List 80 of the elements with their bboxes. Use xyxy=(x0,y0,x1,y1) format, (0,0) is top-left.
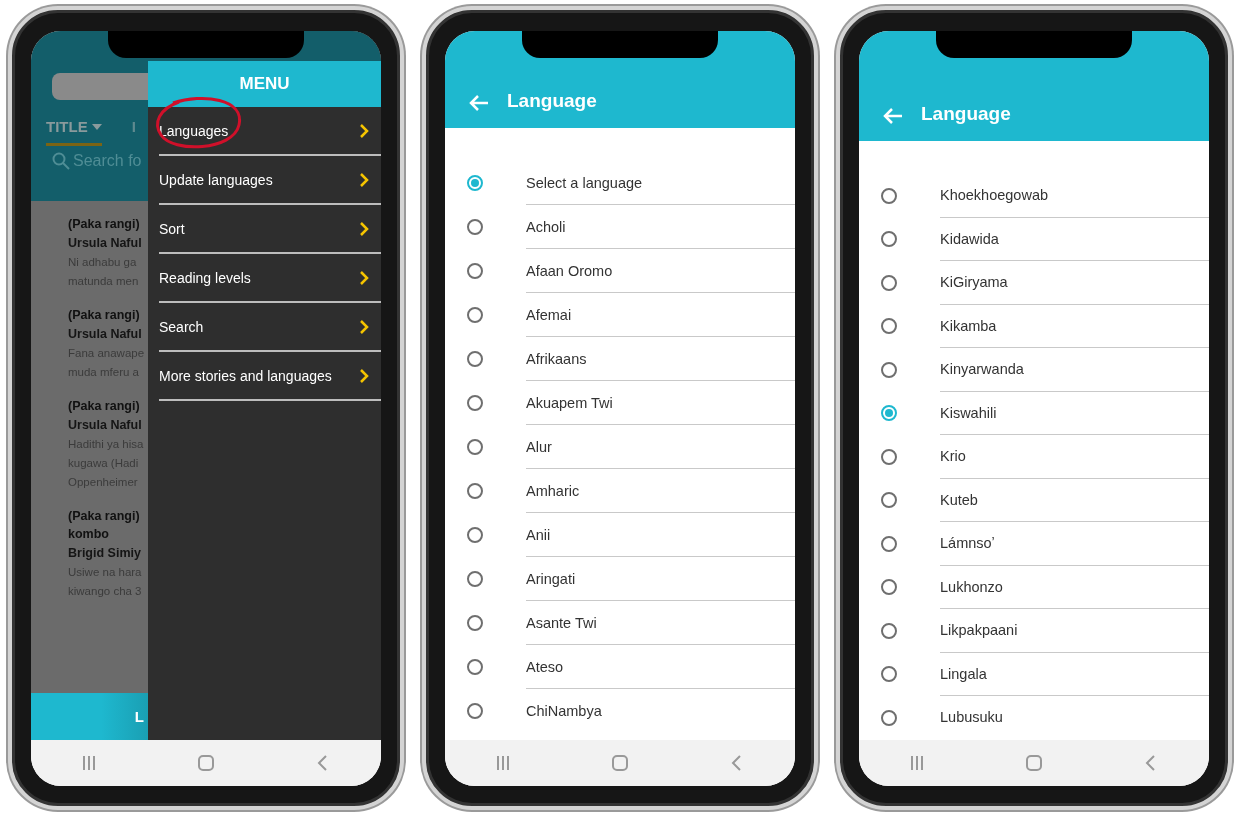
language-option[interactable]: Asante Twi xyxy=(526,601,795,645)
menu-item[interactable]: Sort xyxy=(159,205,381,254)
language-option[interactable]: Kiswahili xyxy=(940,391,1209,435)
radio-button[interactable] xyxy=(881,492,897,509)
story-author: Ursula Naful xyxy=(68,327,143,341)
language-option[interactable]: Kuteb xyxy=(940,478,1209,522)
radio-button[interactable] xyxy=(467,703,483,719)
language-option[interactable]: Krio xyxy=(940,435,1209,479)
radio-button[interactable] xyxy=(467,219,483,235)
menu-item[interactable]: More stories and languages xyxy=(159,352,381,401)
radio-button[interactable] xyxy=(881,579,897,596)
language-option[interactable]: Amharic xyxy=(526,469,795,513)
language-option[interactable]: Kinyarwanda xyxy=(940,348,1209,392)
language-option[interactable]: Lubusuku xyxy=(940,696,1209,740)
home-icon[interactable] xyxy=(611,754,629,772)
search-icon xyxy=(52,152,70,170)
menu-item[interactable]: Update languages xyxy=(159,156,381,205)
language-option[interactable]: Kikamba xyxy=(940,304,1209,348)
language-option[interactable]: Alur xyxy=(526,425,795,469)
screen-title: Language xyxy=(921,103,1011,125)
chevron-icon xyxy=(359,270,369,285)
radio-button[interactable] xyxy=(881,405,897,422)
chevron-icon xyxy=(359,172,369,187)
language-option[interactable]: Lingala xyxy=(940,652,1209,696)
radio-button[interactable] xyxy=(881,274,897,291)
radio-button[interactable] xyxy=(881,361,897,378)
radio-button[interactable] xyxy=(881,666,897,683)
menu-item[interactable]: Languages xyxy=(159,107,381,156)
radio-button[interactable] xyxy=(467,175,483,191)
radio-button[interactable] xyxy=(881,187,897,204)
radio-button[interactable] xyxy=(467,351,483,367)
story-title[interactable]: (Paka rangi) xyxy=(68,215,148,233)
story-title[interactable]: (Paka rangi) xyxy=(68,397,148,415)
screen-title: Language xyxy=(507,90,597,112)
story-author: Brigid Simiy xyxy=(68,546,142,560)
radio-button[interactable] xyxy=(881,231,897,248)
radio-button[interactable] xyxy=(467,439,483,455)
chevron-icon xyxy=(359,368,369,383)
language-option[interactable]: Kidawida xyxy=(940,217,1209,261)
radio-button[interactable] xyxy=(467,307,483,323)
menu-item[interactable]: Search xyxy=(159,303,381,352)
story-title[interactable]: (Paka rangi) kombo xyxy=(68,507,148,543)
chevron-icon xyxy=(359,221,369,236)
radio-button[interactable] xyxy=(467,483,483,499)
language-option[interactable]: Afaan Oromo xyxy=(526,249,795,293)
language-option[interactable]: Lukhonzo xyxy=(940,565,1209,609)
radio-button[interactable] xyxy=(467,615,483,631)
story-title[interactable]: (Paka rangi) xyxy=(68,306,148,324)
radio-button[interactable] xyxy=(881,622,897,639)
language-option[interactable]: Lámnsoʼ xyxy=(940,522,1209,566)
story-author: Ursula Naful xyxy=(68,418,143,432)
language-option[interactable]: ChiNambya xyxy=(526,689,795,733)
radio-button[interactable] xyxy=(467,527,483,543)
language-option[interactable]: Khoekhoegowab xyxy=(940,174,1209,218)
language-option[interactable]: Afrikaans xyxy=(526,337,795,381)
home-icon[interactable] xyxy=(197,754,215,772)
home-icon[interactable] xyxy=(1025,754,1043,772)
chevron-icon xyxy=(359,123,369,138)
language-option[interactable]: KiGiryama xyxy=(940,261,1209,305)
radio-button[interactable] xyxy=(467,395,483,411)
language-option[interactable]: Akuapem Twi xyxy=(526,381,795,425)
radio-button[interactable] xyxy=(881,318,897,335)
chevron-icon xyxy=(359,319,369,334)
radio-button[interactable] xyxy=(881,709,897,726)
story-author: Ursula Naful xyxy=(68,236,143,250)
language-option[interactable]: Likpakpaani xyxy=(940,609,1209,653)
radio-button[interactable] xyxy=(467,571,483,587)
radio-button[interactable] xyxy=(467,263,483,279)
radio-button[interactable] xyxy=(467,659,483,675)
language-option[interactable]: Ateso xyxy=(526,645,795,689)
language-option[interactable]: Select a language xyxy=(526,161,795,205)
language-option[interactable]: Acholi xyxy=(526,205,795,249)
radio-button[interactable] xyxy=(881,448,897,465)
menu-item[interactable]: Reading levels xyxy=(159,254,381,303)
radio-button[interactable] xyxy=(881,535,897,552)
language-option[interactable]: Afemai xyxy=(526,293,795,337)
language-option[interactable]: Aringati xyxy=(526,557,795,601)
language-option[interactable]: Anii xyxy=(526,513,795,557)
menu-title: MENU xyxy=(148,61,381,107)
dropdown-caret-icon xyxy=(91,123,102,130)
